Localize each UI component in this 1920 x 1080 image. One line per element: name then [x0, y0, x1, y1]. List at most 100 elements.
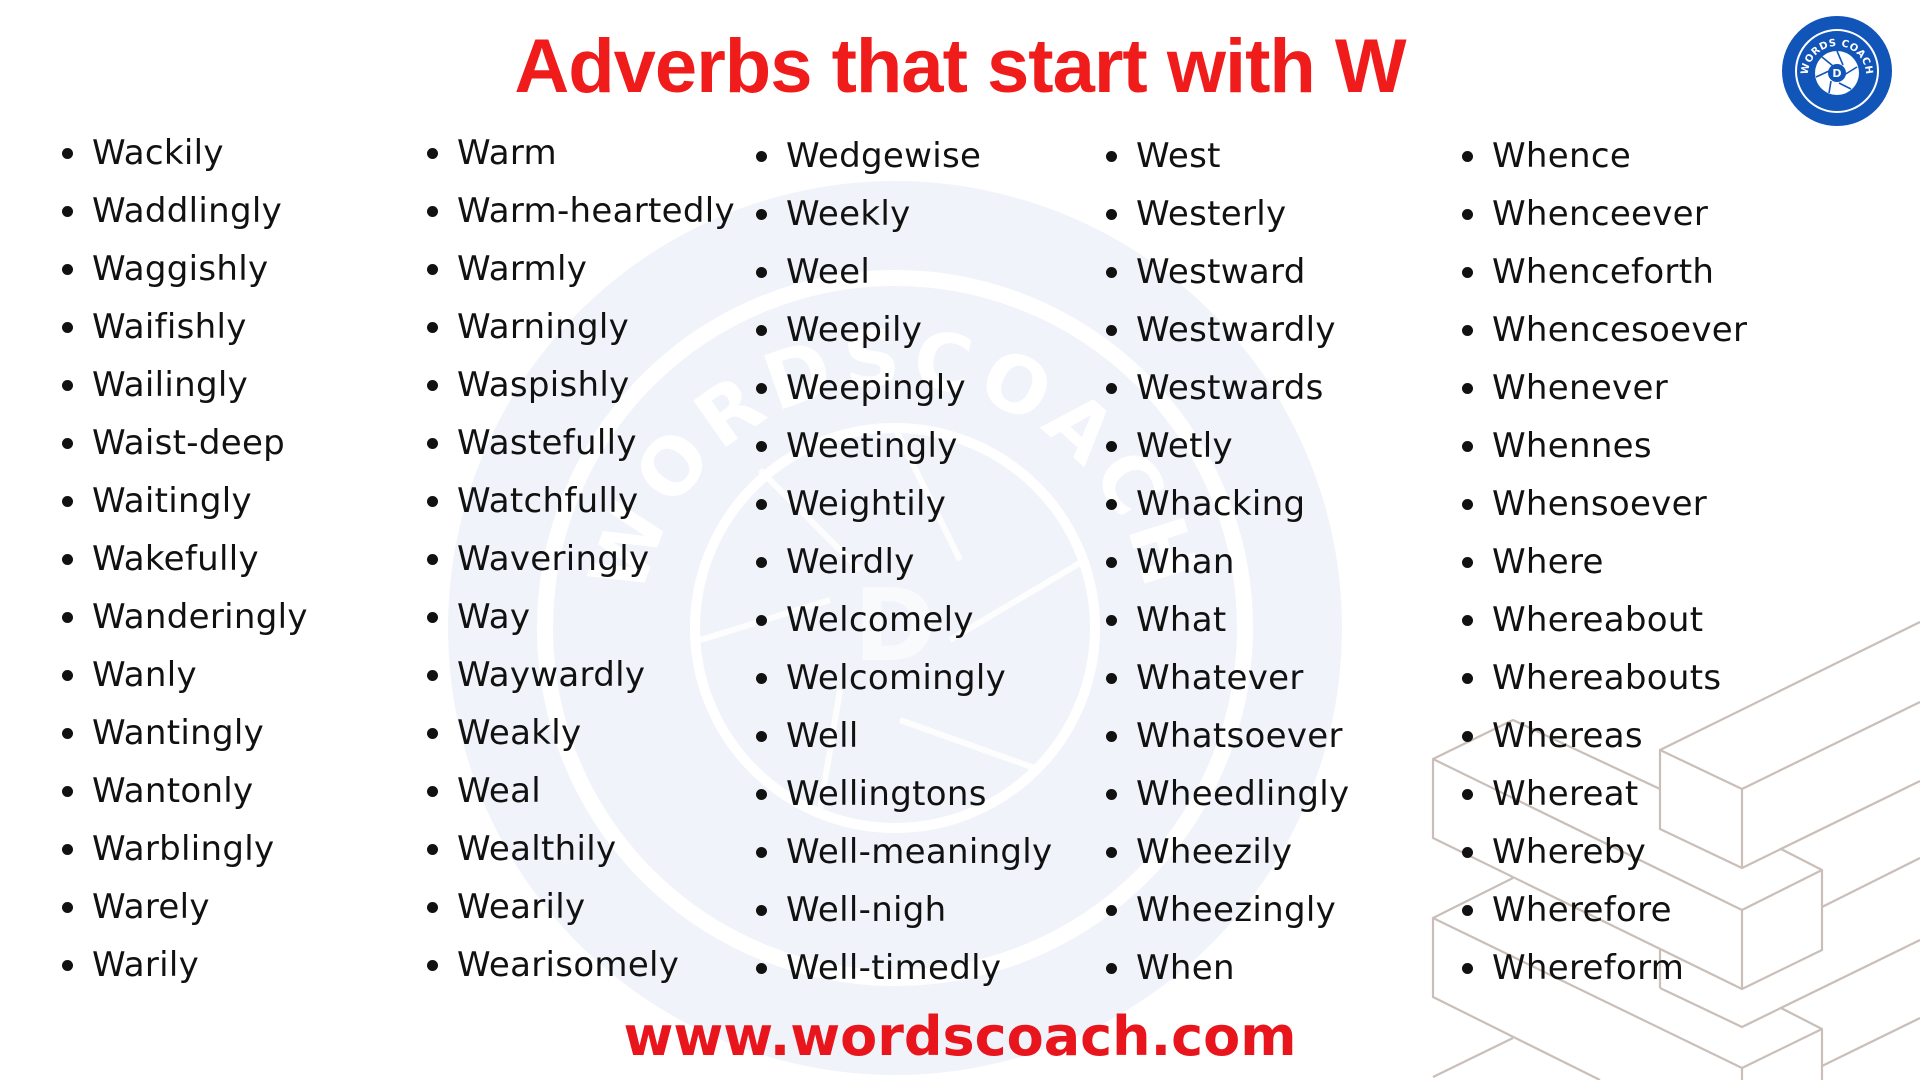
word-text: Warmly: [457, 249, 588, 289]
word-text: Warely: [92, 887, 210, 927]
word-text: Weightily: [786, 484, 947, 524]
bullet-icon: [756, 499, 767, 510]
word-text: Whereat: [1492, 774, 1639, 814]
bullet-icon: [1462, 963, 1473, 974]
bullet-icon: [427, 960, 438, 971]
word-text: Wailingly: [92, 365, 249, 405]
word-text: Warblingly: [92, 829, 275, 869]
word-text: Whatever: [1136, 658, 1304, 698]
bullet-icon: [427, 612, 438, 623]
bullet-icon: [1462, 731, 1473, 742]
word-text: Wearisomely: [457, 945, 680, 985]
bullet-icon: [1462, 441, 1473, 452]
bullet-icon: [1106, 615, 1117, 626]
bullet-icon: [427, 438, 438, 449]
bullet-icon: [1462, 847, 1473, 858]
bullet-icon: [1106, 789, 1117, 800]
word-text: Way: [457, 597, 531, 637]
bullet-icon: [756, 847, 767, 858]
word-text: Whenever: [1492, 368, 1668, 408]
bullet-icon: [62, 206, 73, 217]
bullet-icon: [756, 383, 767, 394]
word-text: Whereabout: [1492, 600, 1704, 640]
bullet-icon: [62, 902, 73, 913]
word-text: Whacking: [1136, 484, 1306, 524]
word-text: Well-nigh: [786, 890, 947, 930]
bullet-icon: [1106, 847, 1117, 858]
word-text: What: [1136, 600, 1227, 640]
word-text: Weel: [786, 252, 871, 292]
bullet-icon: [1462, 267, 1473, 278]
bullet-icon: [1106, 267, 1117, 278]
word-text: Weepily: [786, 310, 923, 350]
word-text: Westwardly: [1136, 310, 1336, 350]
footer-website-url: www.wordscoach.com: [623, 1005, 1297, 1068]
word-text: Whereby: [1492, 832, 1647, 872]
bullet-icon: [1462, 383, 1473, 394]
logo-letter: D: [1832, 67, 1841, 80]
bullet-icon: [427, 322, 438, 333]
bullet-icon: [427, 554, 438, 565]
bullet-icon: [756, 209, 767, 220]
bullet-icon: [427, 670, 438, 681]
bullet-icon: [1462, 673, 1473, 684]
word-text: Wellingtons: [786, 774, 987, 814]
bullet-icon: [62, 438, 73, 449]
bullet-icon: [427, 496, 438, 507]
word-text: Waveringly: [457, 539, 650, 579]
word-text: Weekly: [786, 194, 911, 234]
word-text: Whencesoever: [1492, 310, 1748, 350]
bullet-icon: [1462, 789, 1473, 800]
bullet-icon: [756, 789, 767, 800]
word-text: Whereabouts: [1492, 658, 1722, 698]
word-text: Waspishly: [457, 365, 630, 405]
bullet-icon: [1106, 673, 1117, 684]
bullet-icon: [427, 380, 438, 391]
bullet-icon: [62, 844, 73, 855]
word-text: Welcomingly: [786, 658, 1007, 698]
bullet-icon: [1462, 209, 1473, 220]
bullet-icon: [1462, 499, 1473, 510]
bullet-icon: [1462, 151, 1473, 162]
bullet-icon: [1106, 209, 1117, 220]
word-text: Waifishly: [92, 307, 247, 347]
bullet-icon: [62, 612, 73, 623]
bullet-icon: [1106, 963, 1117, 974]
bullet-icon: [1462, 557, 1473, 568]
word-text: Well: [786, 716, 859, 756]
word-text: Wherefore: [1492, 890, 1672, 930]
bullet-icon: [1462, 615, 1473, 626]
word-text: Whenceever: [1492, 194, 1709, 234]
word-text: Where: [1492, 542, 1604, 582]
word-text: Warily: [92, 945, 200, 985]
word-text: Warm-heartedly: [457, 191, 735, 231]
bullet-icon: [62, 322, 73, 333]
bullet-icon: [1462, 905, 1473, 916]
word-text: Wheedlingly: [1136, 774, 1350, 814]
word-text: Whensoever: [1492, 484, 1708, 524]
word-text: Westwards: [1136, 368, 1324, 408]
bullet-icon: [1106, 441, 1117, 452]
word-text: Wantingly: [92, 713, 265, 753]
word-text: Weal: [457, 771, 542, 811]
bullet-icon: [756, 441, 767, 452]
page-title: Adverbs that start with W: [514, 24, 1406, 109]
bullet-icon: [756, 151, 767, 162]
word-text: Whennes: [1492, 426, 1652, 466]
bullet-icon: [62, 554, 73, 565]
word-text: Wanderingly: [92, 597, 308, 637]
word-text: Waggishly: [92, 249, 269, 289]
word-text: Well-timedly: [786, 948, 1002, 988]
word-text: Westward: [1136, 252, 1306, 292]
word-text: Wanly: [92, 655, 197, 695]
bullet-icon: [427, 148, 438, 159]
bullet-icon: [427, 728, 438, 739]
bullet-icon: [62, 264, 73, 275]
word-text: Wedgewise: [786, 136, 982, 176]
bullet-icon: [756, 963, 767, 974]
word-text: Whence: [1492, 136, 1632, 176]
bullet-icon: [756, 325, 767, 336]
word-text: Watchfully: [457, 481, 639, 521]
bullet-icon: [756, 673, 767, 684]
bullet-icon: [427, 206, 438, 217]
